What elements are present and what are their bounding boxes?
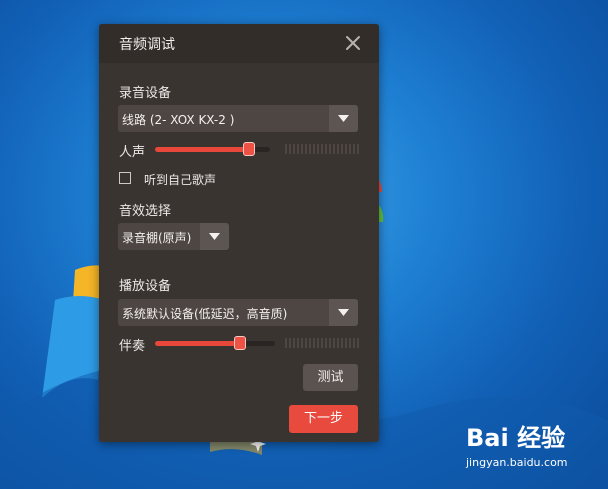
accompaniment-level-meter <box>285 338 359 348</box>
accompaniment-label: 伴奏 <box>119 339 146 354</box>
monitor-checkbox[interactable] <box>119 172 131 184</box>
accompaniment-volume-fill <box>155 341 241 346</box>
close-icon[interactable] <box>344 34 362 52</box>
effect-value: 录音棚(原声) <box>122 231 192 245</box>
effect-label: 音效选择 <box>119 204 172 219</box>
audio-debug-dialog: 音频调试 录音设备 线路 (2- XOX KX-2 ) 人声 听到自己歌声 音效… <box>99 24 379 442</box>
dialog-titlebar: 音频调试 <box>99 24 379 63</box>
accompaniment-slider-handle[interactable] <box>234 336 247 350</box>
monitor-checkbox-label: 听到自己歌声 <box>144 173 217 187</box>
chevron-down-icon[interactable] <box>329 105 358 132</box>
vocal-volume-fill <box>155 147 250 152</box>
playback-device-value: 系统默认设备(低延迟，高音质) <box>122 307 288 321</box>
watermark-url: jingyan.baidu.com <box>466 456 568 469</box>
next-step-button[interactable]: 下一步 <box>289 405 358 433</box>
recording-device-select[interactable]: 线路 (2- XOX KX-2 ) <box>118 105 358 132</box>
chevron-down-icon[interactable] <box>329 299 358 326</box>
effect-select[interactable]: 录音棚(原声) <box>118 223 229 250</box>
baidu-jingyan-watermark: Bai 经验 jingyan.baidu.com <box>466 418 596 474</box>
recording-device-label: 录音设备 <box>119 86 172 101</box>
playback-device-label: 播放设备 <box>119 279 172 294</box>
chevron-down-icon[interactable] <box>200 223 229 250</box>
playback-device-select[interactable]: 系统默认设备(低延迟，高音质) <box>118 299 358 326</box>
vocal-level-meter <box>285 144 359 154</box>
accompaniment-volume-slider[interactable] <box>155 336 275 350</box>
test-button[interactable]: 测试 <box>303 364 358 391</box>
vocal-slider-handle[interactable] <box>243 142 256 156</box>
watermark-brand: Bai 经验 <box>466 424 566 452</box>
recording-device-value: 线路 (2- XOX KX-2 ) <box>122 113 235 127</box>
dialog-title: 音频调试 <box>119 37 175 53</box>
vocal-volume-slider[interactable] <box>155 142 270 156</box>
vocal-label: 人声 <box>119 145 146 160</box>
